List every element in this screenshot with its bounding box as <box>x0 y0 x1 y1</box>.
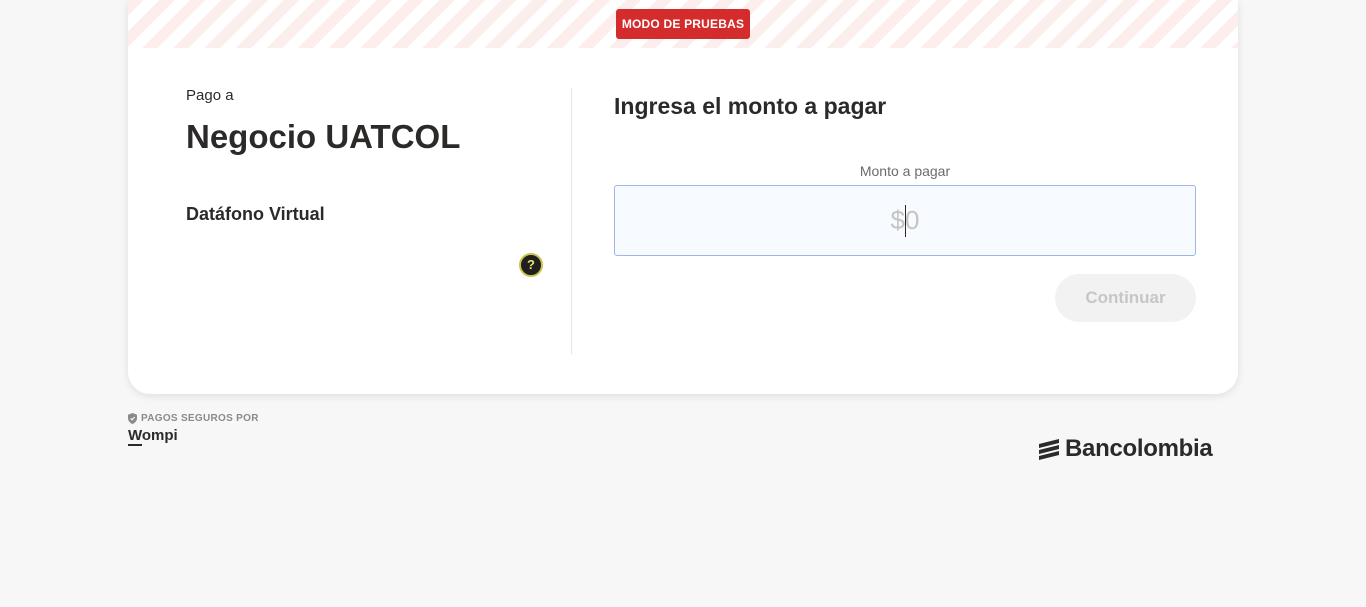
shield-icon <box>128 412 137 424</box>
panel-divider <box>571 88 572 354</box>
amount-heading: Ingresa el monto a pagar <box>614 93 887 119</box>
pay-to-label: Pago a <box>186 87 234 104</box>
continue-button[interactable]: Continuar <box>1055 274 1196 322</box>
text-caret <box>905 205 906 237</box>
wompi-logo: Wompi <box>128 427 178 444</box>
question-circle-icon[interactable]: ? <box>519 253 543 277</box>
product-name: Datáfono Virtual <box>186 204 325 224</box>
test-mode-badge: MODO DE PRUEBAS <box>616 9 750 39</box>
test-mode-banner: MODO DE PRUEBAS <box>128 0 1238 48</box>
bancolombia-logo: Bancolombia <box>1038 435 1213 463</box>
amount-field-label: Monto a pagar <box>859 163 951 179</box>
secure-payments-notice: PAGOS SEGUROS POR <box>128 411 259 425</box>
amount-panel: Ingresa el monto a pagar Monto a pagar C… <box>614 48 1196 354</box>
wompi-logo-mark <box>128 444 142 446</box>
merchant-name: Negocio UATCOL <box>186 118 461 155</box>
secure-payments-label: PAGOS SEGUROS POR <box>141 412 259 424</box>
bancolombia-wordmark: Bancolombia <box>1065 435 1213 462</box>
merchant-panel: Pago a Negocio UATCOL Datáfono Virtual ? <box>186 48 571 354</box>
bancolombia-logo-icon <box>1039 439 1059 460</box>
payment-card: MODO DE PRUEBAS Pago a Negocio UATCOL Da… <box>128 0 1238 394</box>
